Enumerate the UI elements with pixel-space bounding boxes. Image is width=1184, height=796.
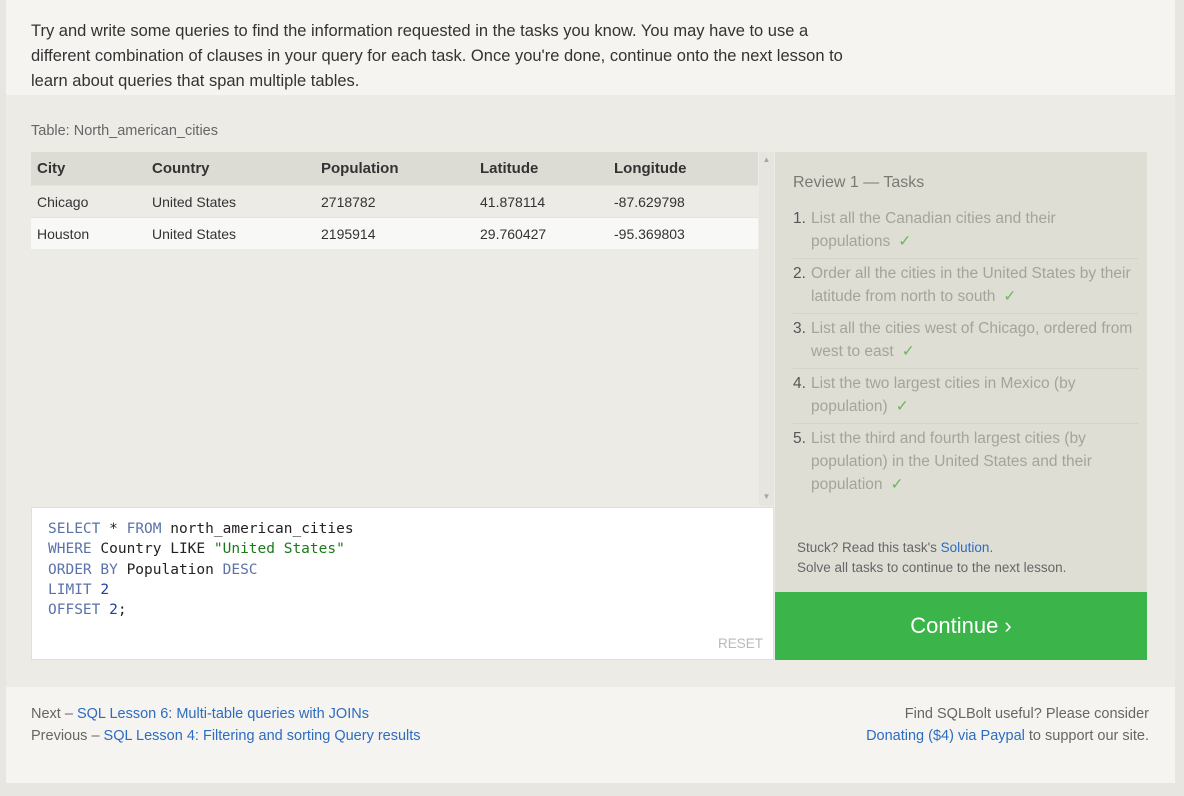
- sql-keyword: FROM: [126, 521, 162, 537]
- sql-text: Country LIKE: [91, 541, 214, 558]
- sql-text: Population: [117, 561, 223, 578]
- task-text: List the two largest cities in Mexico (b…: [811, 375, 1076, 415]
- donate-suffix: to support our site.: [1024, 728, 1149, 744]
- previous-lesson-link[interactable]: SQL Lesson 4: Filtering and sorting Quer…: [104, 728, 421, 744]
- results-table: City Country Population Latitude Longitu…: [31, 152, 758, 249]
- task-list: 1. List all the Canadian cities and their…: [793, 204, 1138, 501]
- useful-text: Find SQLBolt useful? Please consider: [904, 706, 1149, 722]
- intro-text: Try and write some queries to find the i…: [31, 21, 843, 90]
- stuck-suffix: .: [989, 540, 994, 555]
- task-number: 4.: [793, 375, 806, 392]
- task-number: 3.: [793, 320, 806, 337]
- column-header-population: Population: [315, 152, 474, 186]
- column-header-country: Country: [146, 152, 315, 186]
- table-cell: Chicago: [31, 185, 146, 218]
- donation-note: Find SQLBolt useful? Please consider Don…: [866, 703, 1149, 747]
- sql-editor[interactable]: SELECT * FROM north_american_cities WHER…: [31, 507, 774, 660]
- table-cell: -95.369803: [608, 217, 758, 249]
- table-cell: 2718782: [315, 185, 474, 218]
- tasks-panel: Review 1 — Tasks 1. List all the Canadian…: [775, 152, 1147, 592]
- check-icon: ✓: [898, 233, 912, 250]
- table-cell: United States: [146, 185, 315, 218]
- reset-button[interactable]: RESET: [718, 636, 763, 651]
- lesson-navigation: Next – SQL Lesson 6: Multi-table queries…: [31, 703, 421, 747]
- scroll-up-arrow-icon[interactable]: ▲: [759, 153, 774, 167]
- check-icon: ✓: [901, 343, 915, 360]
- sql-number: 2: [109, 602, 118, 619]
- check-icon: ✓: [1003, 288, 1017, 305]
- sql-text: ;: [117, 602, 127, 619]
- table-cell: United States: [146, 217, 315, 249]
- table-label: Table: North_american_cities: [31, 123, 218, 139]
- solution-link[interactable]: Solution: [941, 540, 990, 555]
- task-number: 2.: [793, 265, 806, 282]
- sql-number: 2: [100, 581, 110, 598]
- sql-keyword: ORDER BY: [48, 561, 118, 578]
- table-cell: 2195914: [315, 217, 474, 249]
- footer: Next – SQL Lesson 6: Multi-table queries…: [6, 687, 1175, 783]
- column-header-latitude: Latitude: [474, 152, 608, 186]
- table-cell: 41.878114: [474, 185, 608, 218]
- results-table-container[interactable]: City Country Population Latitude Longitu…: [31, 152, 774, 506]
- next-prefix: Next –: [31, 706, 77, 722]
- continue-button[interactable]: Continue ›: [775, 592, 1147, 660]
- task-item: 5. List the third and fourth largest citi…: [793, 424, 1138, 501]
- donate-link[interactable]: Donating ($4) via Paypal: [866, 728, 1025, 744]
- task-text: List the third and fourth largest cities…: [811, 430, 1092, 493]
- sql-keyword: SELECT: [48, 521, 101, 537]
- table-header-row: City Country Population Latitude Longitu…: [31, 152, 758, 186]
- sql-code[interactable]: SELECT * FROM north_american_cities WHER…: [48, 519, 354, 620]
- previous-prefix: Previous –: [31, 728, 104, 744]
- task-number: 5.: [793, 430, 806, 447]
- table-cell: -87.629798: [608, 185, 758, 218]
- sql-keyword: LIMIT: [48, 581, 92, 598]
- sql-string: "United States": [213, 541, 345, 558]
- check-icon: ✓: [890, 476, 904, 493]
- task-number: 1.: [793, 210, 806, 227]
- solve-all-text: Solve all tasks to continue to the next …: [797, 560, 1067, 575]
- sql-keyword: DESC: [222, 561, 258, 578]
- stuck-hint: Stuck? Read this task's Solution. Solve …: [797, 538, 1066, 578]
- page: Try and write some queries to find the i…: [6, 0, 1175, 783]
- column-header-city: City: [31, 152, 146, 186]
- table-row: Houston United States 2195914 29.760427 …: [31, 217, 758, 249]
- table-cell: Houston: [31, 217, 146, 249]
- task-text: List all the cities west of Chicago, ord…: [811, 320, 1133, 360]
- next-lesson-link[interactable]: SQL Lesson 6: Multi-table queries with J…: [77, 706, 369, 722]
- table-cell: 29.760427: [474, 217, 608, 249]
- scroll-down-arrow-icon[interactable]: ▼: [759, 490, 774, 504]
- sql-keyword: OFFSET: [48, 602, 101, 619]
- stuck-text: Stuck? Read this task's: [797, 540, 941, 555]
- tasks-title: Review 1 — Tasks: [793, 174, 925, 191]
- table-scrollbar[interactable]: ▲ ▼: [759, 152, 774, 506]
- task-item: 3. List all the cities west of Chicago, o…: [793, 314, 1138, 369]
- task-item: 4. List the two largest cities in Mexico …: [793, 369, 1138, 424]
- check-icon: ✓: [895, 398, 909, 415]
- task-text: List all the Canadian cities and their p…: [811, 210, 1056, 250]
- sql-keyword: WHERE: [48, 541, 92, 558]
- sql-text: *: [100, 521, 127, 537]
- task-item: 2. Order all the cities in the United Sta…: [793, 259, 1138, 314]
- table-row: Chicago United States 2718782 41.878114 …: [31, 185, 758, 218]
- sql-text: north_american_cities: [161, 521, 354, 537]
- column-header-longitude: Longitude: [608, 152, 758, 186]
- task-item: 1. List all the Canadian cities and their…: [793, 204, 1138, 259]
- task-text: Order all the cities in the United State…: [811, 265, 1131, 305]
- exercise-panel: Table: North_american_cities City Countr…: [6, 95, 1175, 687]
